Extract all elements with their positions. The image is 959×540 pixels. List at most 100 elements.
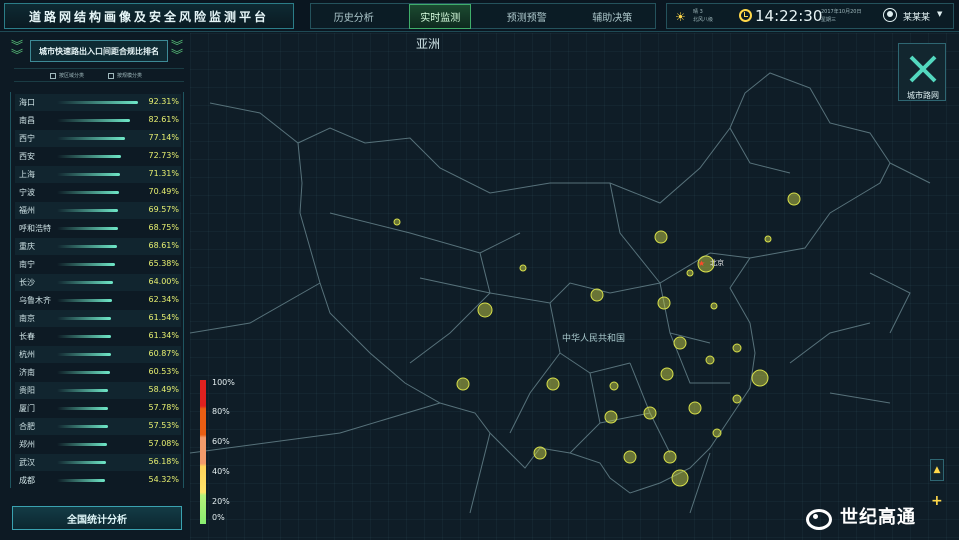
ranking-value: 61.34% <box>148 331 179 340</box>
city-marker[interactable] <box>712 428 722 438</box>
ranking-bar <box>57 227 118 230</box>
tab-history-analysis[interactable]: 历史分析 <box>324 5 384 28</box>
city-marker[interactable] <box>686 269 694 277</box>
ranking-row[interactable]: 重庆 68.61% <box>15 238 181 255</box>
city-marker[interactable] <box>660 367 674 381</box>
city-marker[interactable] <box>623 450 637 464</box>
filter-by-region[interactable]: 按区域分类 <box>50 72 84 79</box>
ranking-row[interactable]: 西宁 77.14% <box>15 130 181 147</box>
city-marker[interactable] <box>657 296 671 310</box>
legend-level-60: 60% <box>212 437 230 446</box>
city-marker[interactable] <box>751 369 769 387</box>
ranking-row[interactable]: 长春 61.34% <box>15 328 181 345</box>
user-avatar-icon <box>883 8 897 22</box>
ranking-row[interactable]: 合肥 57.53% <box>15 418 181 435</box>
weather-widget: ☀ 晴 3 北风八级 <box>675 8 735 26</box>
ranking-value: 54.32% <box>148 475 179 484</box>
ranking-row[interactable]: 厦门 57.78% <box>15 400 181 417</box>
city-marker[interactable] <box>533 446 547 460</box>
tab-forecast-warning[interactable]: 预测预警 <box>497 5 557 28</box>
panel-title: 城市快速路出入口间距合规比排名 <box>30 40 168 62</box>
ranking-city: 南昌 <box>19 116 35 125</box>
city-marker[interactable] <box>546 377 560 391</box>
national-stats-button[interactable]: 全国统计分析 <box>12 506 182 530</box>
ranking-row[interactable]: 南京 61.54% <box>15 310 181 327</box>
ranking-row[interactable]: 杭州 60.87% <box>15 346 181 363</box>
ranking-bar <box>57 245 117 248</box>
city-marker[interactable] <box>609 381 619 391</box>
ranking-value: 68.61% <box>148 241 179 250</box>
ranking-value: 72.73% <box>148 151 179 160</box>
ranking-value: 65.38% <box>148 259 179 268</box>
ranking-row[interactable]: 福州 69.57% <box>15 202 181 219</box>
ranking-row[interactable]: 西安 72.73% <box>15 148 181 165</box>
compass-icon[interactable]: ▲ <box>930 459 944 481</box>
city-marker[interactable] <box>732 343 742 353</box>
city-marker[interactable] <box>590 288 604 302</box>
ranking-bar <box>57 173 120 176</box>
city-marker[interactable] <box>519 264 527 272</box>
user-menu[interactable]: 某某某 ▼ <box>881 8 951 26</box>
clock-icon <box>739 9 752 22</box>
ranking-row[interactable]: 长沙 64.00% <box>15 274 181 291</box>
ranking-bar <box>57 191 119 194</box>
weather-line-2: 北风八级 <box>693 17 714 23</box>
city-marker[interactable] <box>688 401 702 415</box>
ranking-row[interactable]: 郑州 57.08% <box>15 436 181 453</box>
ranking-row[interactable]: 海口 92.31% <box>15 94 181 111</box>
checkbox-icon[interactable] <box>108 72 114 79</box>
map-view[interactable]: ★ 亚洲 中华人民共和国 北京 城市路网 100% 80% 60% 40% 20… <box>190 33 959 540</box>
ranking-row[interactable]: 上海 71.31% <box>15 166 181 183</box>
city-marker[interactable] <box>671 469 689 487</box>
ranking-row[interactable]: 南宁 65.38% <box>15 256 181 273</box>
chevron-down-icon: ▼ <box>937 10 943 18</box>
city-marker[interactable] <box>456 377 470 391</box>
legend-gradient <box>200 380 206 524</box>
double-chevron-icon: ︾ ︾ <box>10 39 23 62</box>
ranking-row[interactable]: 乌鲁木齐 62.34% <box>15 292 181 309</box>
legend-level-40: 40% <box>212 467 230 476</box>
ranking-bar <box>57 263 115 266</box>
city-marker[interactable] <box>787 192 801 206</box>
city-marker[interactable] <box>673 336 687 350</box>
filter-by-scale[interactable]: 按规模分类 <box>108 72 142 79</box>
city-marker[interactable] <box>604 410 618 424</box>
road-network-button[interactable]: 城市路网 <box>898 43 946 101</box>
ranking-row[interactable]: 武汉 56.18% <box>15 454 181 471</box>
ranking-city: 长沙 <box>19 278 35 287</box>
city-marker[interactable] <box>732 394 742 404</box>
city-marker[interactable] <box>663 450 677 464</box>
tab-realtime-monitoring[interactable]: 实时监测 <box>409 3 472 29</box>
ranking-city: 上海 <box>19 170 35 179</box>
ranking-value: 57.08% <box>148 439 179 448</box>
city-marker[interactable] <box>643 406 657 420</box>
user-name: 某某某 <box>903 13 931 23</box>
ranking-bar <box>57 119 130 122</box>
ranking-value: 57.53% <box>148 421 179 430</box>
ranking-city: 呼和浩特 <box>19 224 51 233</box>
ranking-bar <box>57 407 108 410</box>
ranking-value: 61.54% <box>148 313 179 322</box>
city-marker[interactable] <box>477 302 493 318</box>
ranking-value: 92.31% <box>148 97 179 106</box>
city-marker[interactable] <box>764 235 772 243</box>
city-marker[interactable] <box>393 218 401 226</box>
ranking-row[interactable]: 贵阳 58.49% <box>15 382 181 399</box>
ranking-row[interactable]: 济南 60.53% <box>15 364 181 381</box>
current-time: 14:22:30 <box>755 7 823 25</box>
ranking-row[interactable]: 南昌 82.61% <box>15 112 181 129</box>
checkbox-icon[interactable] <box>50 72 56 79</box>
ranking-city: 长春 <box>19 332 35 341</box>
ranking-bar <box>57 479 105 482</box>
sun-icon: ☀ <box>675 10 686 24</box>
city-marker[interactable] <box>654 230 668 244</box>
city-marker[interactable] <box>705 355 715 365</box>
ranking-bar <box>57 353 111 356</box>
tab-decision-support[interactable]: 辅助决策 <box>582 5 642 28</box>
ranking-row[interactable]: 成都 54.32% <box>15 472 181 489</box>
city-marker[interactable] <box>710 302 718 310</box>
ranking-row[interactable]: 呼和浩特 68.75% <box>15 220 181 237</box>
ranking-row[interactable]: 宁波 70.49% <box>15 184 181 201</box>
ranking-bar <box>57 299 112 302</box>
ranking-value: 71.31% <box>148 169 179 178</box>
